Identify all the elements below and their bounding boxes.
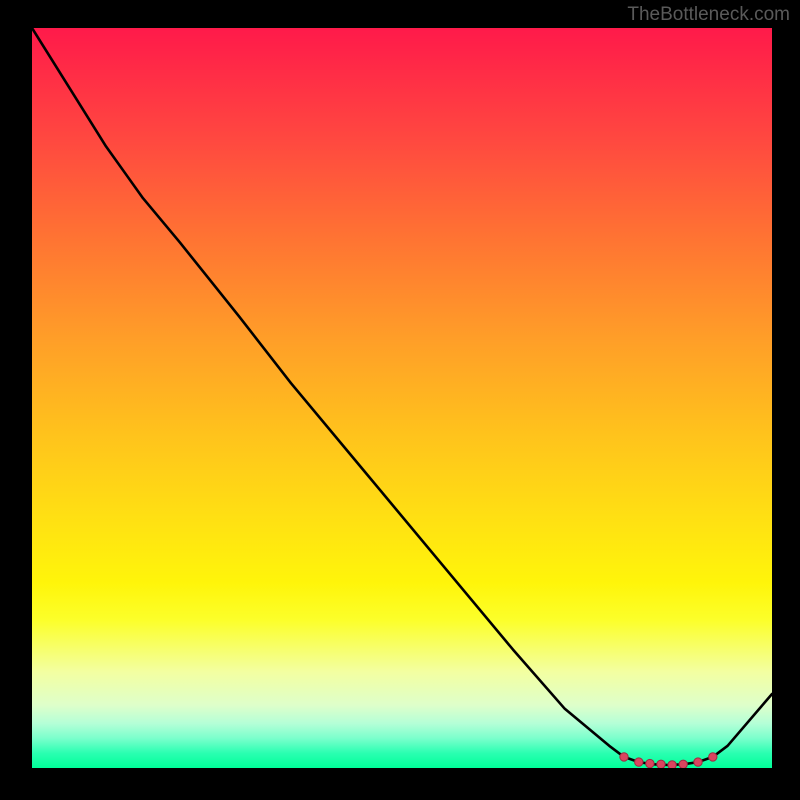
marker-dot — [620, 753, 628, 761]
marker-dot — [694, 758, 702, 766]
marker-dot — [679, 760, 687, 768]
chart-container: TheBottleneck.com — [0, 0, 800, 800]
watermark-text: TheBottleneck.com — [627, 4, 790, 26]
bottleneck-curve — [32, 28, 772, 765]
marker-dot — [657, 760, 665, 768]
marker-dot — [646, 759, 654, 767]
marker-dot — [709, 753, 717, 761]
marker-dot — [668, 761, 676, 768]
marker-dot — [635, 758, 643, 766]
curve-svg — [32, 28, 772, 768]
plot-area — [32, 28, 772, 768]
